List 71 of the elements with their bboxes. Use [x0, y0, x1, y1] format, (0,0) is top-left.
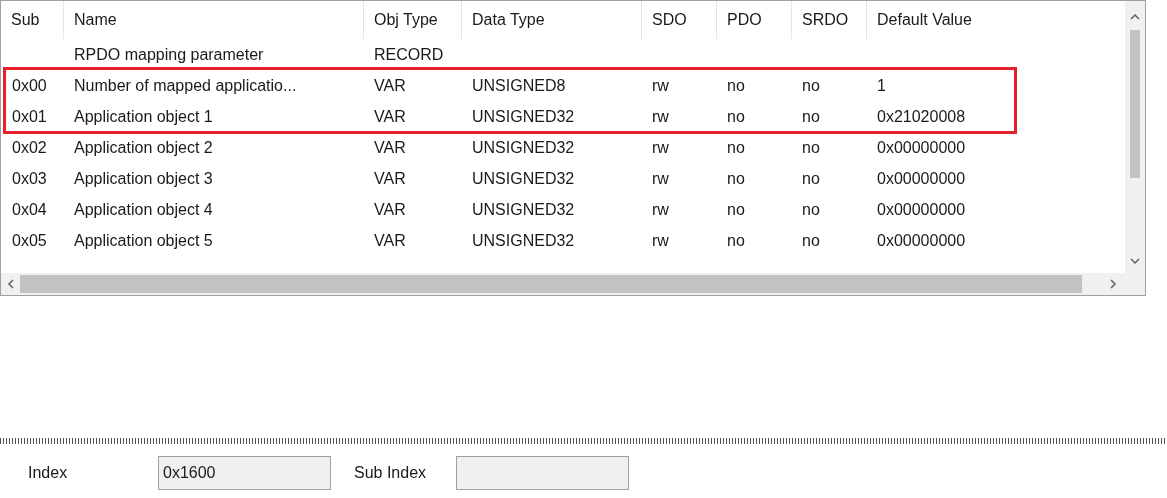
column-header[interactable]: Data Type	[462, 8, 545, 32]
input-field[interactable]	[456, 456, 629, 490]
table-cell: rw	[652, 200, 669, 218]
column-header[interactable]: PDO	[717, 8, 762, 32]
table-cell: VAR	[374, 76, 406, 94]
table-cell: 0x04	[12, 200, 47, 218]
table-cell: UNSIGNED8	[472, 76, 566, 94]
table-cell: 0x00000000	[877, 138, 966, 156]
column-header[interactable]: Sub	[1, 8, 40, 32]
table-cell: VAR	[374, 169, 406, 187]
table-cell: 0x00000000	[877, 169, 966, 187]
table-cell: Application object 5	[74, 231, 213, 249]
vertical-scrollbar[interactable]	[1125, 1, 1145, 273]
table-cell: no	[727, 200, 745, 218]
table-cell: VAR	[374, 200, 406, 218]
scrollbar-thumb[interactable]	[20, 275, 1082, 293]
table-cell: 0x02	[12, 138, 47, 156]
table-row[interactable]: 0x04 Application object 4 VAR UNSIGNED32 rw no no 0x00000000	[1, 194, 1125, 225]
scrollbar-thumb[interactable]	[1130, 30, 1140, 178]
table-cell: rw	[652, 76, 669, 94]
table-row[interactable]: 0x05 Application object 5 VAR UNSIGNED32 rw no no 0x00000000	[1, 225, 1125, 256]
table-cell: UNSIGNED32	[472, 107, 575, 125]
table-cell: no	[727, 231, 745, 249]
table-cell: RPDO mapping parameter	[74, 45, 264, 63]
table-cell: VAR	[374, 231, 406, 249]
table-cell: no	[727, 138, 745, 156]
table-cell: 0x00	[12, 76, 47, 94]
field-label: Index	[28, 463, 69, 483]
column-header[interactable]: SDO	[642, 8, 687, 32]
table-cell: 0x01	[12, 107, 47, 125]
table-cell: Application object 4	[74, 200, 213, 218]
table-cell: UNSIGNED32	[472, 231, 575, 249]
table-cell: rw	[652, 231, 669, 249]
table-cell: no	[802, 200, 820, 218]
table-cell: no	[802, 138, 820, 156]
table-cell: VAR	[374, 138, 406, 156]
table-cell: no	[727, 76, 745, 94]
input-field[interactable]: 0x1600	[158, 456, 331, 490]
table-cell: no	[802, 231, 820, 249]
table-cell: no	[802, 76, 820, 94]
table-cell: 0x05	[12, 231, 47, 249]
table-cell: 0x03	[12, 169, 47, 187]
table-cell: Application object 2	[74, 138, 213, 156]
table-cell: 1	[877, 76, 886, 94]
field-label: Sub Index	[354, 463, 428, 483]
table-cell: 0x00000000	[877, 200, 966, 218]
horizontal-scrollbar[interactable]	[1, 273, 1145, 295]
table-cell: 0x00000000	[877, 231, 966, 249]
table-cell: VAR	[374, 107, 406, 125]
table-cell: no	[802, 107, 820, 125]
table-cell: no	[727, 169, 745, 187]
table-cell: rw	[652, 107, 669, 125]
column-header[interactable]: Name	[64, 8, 117, 32]
table-cell: Application object 3	[74, 169, 213, 187]
column-header[interactable]: Obj Type	[364, 8, 438, 32]
table-cell: no	[727, 107, 745, 125]
table-cell: 0x21020008	[877, 107, 966, 125]
column-header[interactable]: Default Value	[867, 8, 972, 32]
table-cell: Application object 1	[74, 107, 213, 125]
table-cell: Number of mapped applicatio...	[74, 76, 297, 94]
column-header[interactable]: SRDO	[792, 8, 849, 32]
table-cell: UNSIGNED32	[472, 200, 575, 218]
table-row[interactable]: 0x02 Application object 2 VAR UNSIGNED32 rw no no 0x00000000	[1, 132, 1125, 163]
table-cell: no	[802, 169, 820, 187]
table-row[interactable]: 0x03 Application object 3 VAR UNSIGNED32 rw no no 0x00000000	[1, 163, 1125, 194]
table-cell: UNSIGNED32	[472, 138, 575, 156]
table-row[interactable]: RPDO mapping parameter RECORD	[1, 39, 1125, 70]
table-cell: RECORD	[374, 45, 444, 63]
table-cell: rw	[652, 138, 669, 156]
table-cell: UNSIGNED32	[472, 169, 575, 187]
table-cell: rw	[652, 169, 669, 187]
